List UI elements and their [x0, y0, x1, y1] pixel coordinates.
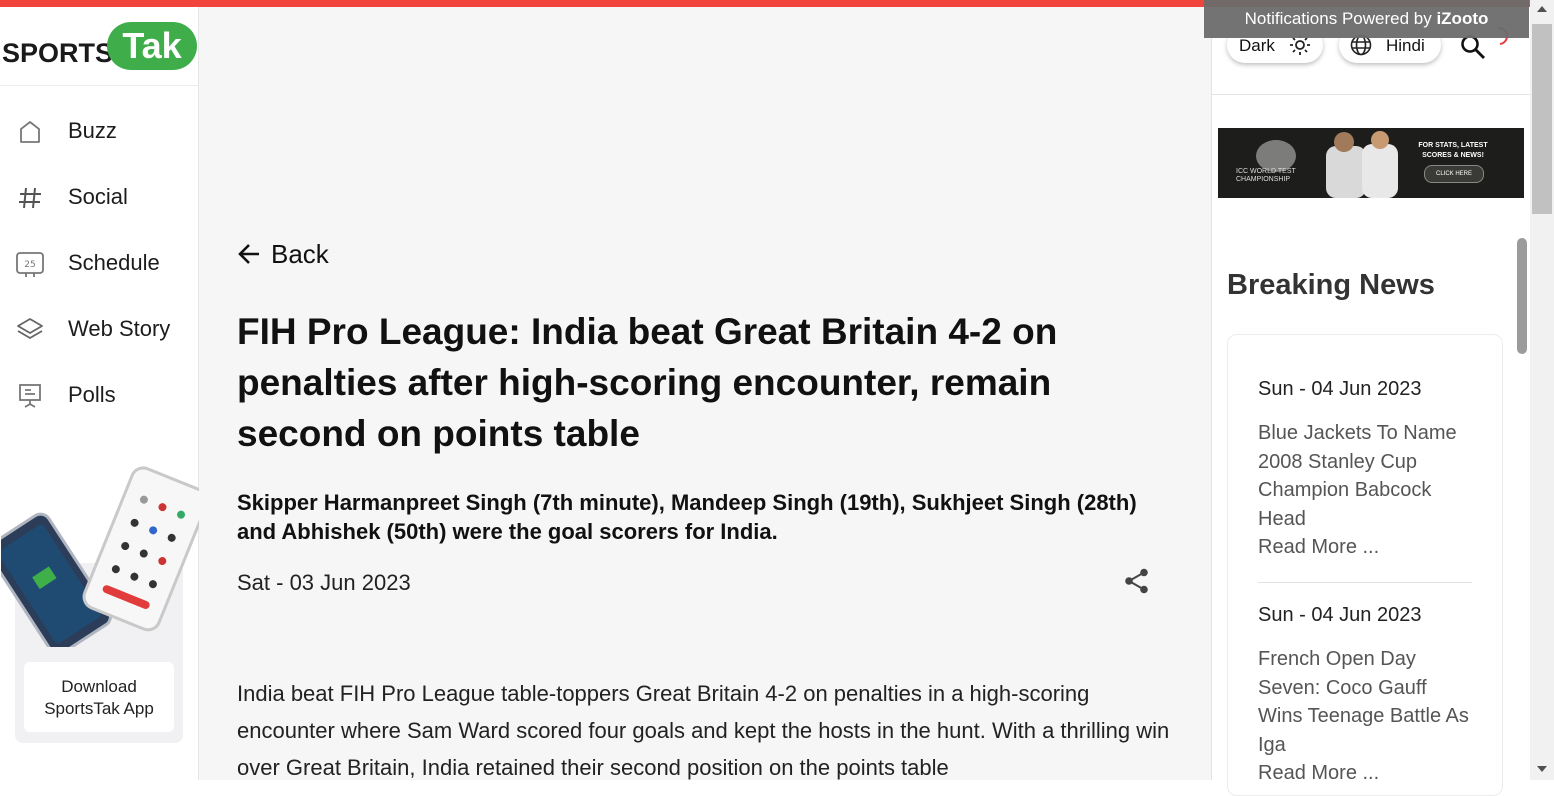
list-item[interactable]: Sun - 04 Jun 2023 Blue Jackets To Name 2…	[1258, 378, 1472, 561]
scroll-down-arrow-icon[interactable]	[1537, 766, 1547, 772]
page-scrollbar[interactable]	[1530, 0, 1554, 780]
arrow-left-icon	[238, 244, 259, 264]
sidebar-item-label: Polls	[68, 382, 116, 407]
logo-text-sports: SPORTS	[2, 38, 114, 68]
sidebar-item-label: Schedule	[68, 250, 160, 275]
banner-click-here-button[interactable]: CLICK HERE	[1424, 165, 1484, 183]
article-headline: FIH Pro League: India beat Great Britain…	[237, 311, 1058, 454]
sidebar-item-web-story[interactable]: Web Story	[0, 304, 198, 354]
scrollbar-thumb[interactable]	[1532, 24, 1552, 214]
calendar-icon: 25	[16, 250, 44, 278]
news-divider	[1258, 582, 1472, 583]
svg-text:25: 25	[24, 260, 35, 270]
sidebar-item-label: Social	[68, 184, 128, 209]
download-app-button[interactable]: Download SportsTak App	[24, 662, 174, 732]
phones-illustration	[1, 466, 201, 647]
notification-banner: Notifications Powered by iZooto	[1204, 0, 1529, 38]
news-headline-link[interactable]: French Open Day Seven: Coco Gauff Wins T…	[1258, 645, 1472, 759]
article-summary: Skipper Harmanpreet Singh (7th minute), …	[237, 490, 1137, 544]
sidebar-item-social[interactable]: Social	[0, 172, 198, 222]
logo-text-tak: Tak	[107, 22, 197, 70]
poll-board-icon	[16, 382, 44, 410]
sidebar-item-label: Web Story	[68, 316, 171, 341]
wtc-ad-banner[interactable]: ICC WORLD TEST CHAMPIONSHIP FOR STATS, L…	[1218, 128, 1524, 198]
scroll-up-arrow-icon[interactable]	[1537, 6, 1547, 12]
article-main: Back FIH Pro League: India beat Great Br…	[199, 7, 1211, 780]
read-more-link[interactable]: Read More ...	[1258, 759, 1472, 787]
banner-art	[1256, 131, 1398, 198]
article-body: India beat FIH Pro League table-toppers …	[237, 681, 1170, 780]
list-item[interactable]: Sun - 04 Jun 2023 French Open Day Seven:…	[1258, 604, 1472, 787]
hashtag-icon	[16, 184, 44, 212]
hindi-label: Hindi	[1386, 36, 1425, 55]
article-date: Sat - 03 Jun 2023	[237, 570, 411, 595]
banner-stats-text: FOR STATS, LATEST SCORES & NEWS!	[1418, 142, 1488, 159]
sportstak-logo[interactable]: SPORTS Tak	[0, 15, 198, 86]
news-date: Sun - 04 Jun 2023	[1258, 378, 1422, 400]
back-button[interactable]: Back	[237, 239, 329, 270]
banner-wtc-text: ICC WORLD TEST CHAMPIONSHIP	[1236, 168, 1296, 183]
left-sidebar: SPORTS Tak Buzz Social 25 Schedule Web S…	[0, 7, 201, 780]
dark-label: Dark	[1239, 36, 1275, 55]
app-name-label: SportsTak App	[44, 699, 154, 718]
right-column: Dark Hindi ICC WORLD TEST CHAMPIONSHIP F…	[1211, 7, 1531, 796]
back-label: Back	[271, 239, 329, 269]
right-column-scrollbar[interactable]	[1517, 238, 1527, 354]
share-icon[interactable]	[1123, 567, 1151, 595]
news-date: Sun - 04 Jun 2023	[1258, 604, 1422, 626]
home-icon	[16, 118, 44, 146]
notification-text: Notifications Powered by	[1244, 9, 1432, 28]
breaking-news-list: Sun - 04 Jun 2023 Blue Jackets To Name 2…	[1227, 334, 1503, 796]
sidebar-item-label: Buzz	[68, 118, 117, 143]
download-label: Download	[61, 677, 137, 696]
notification-brand: iZooto	[1436, 9, 1489, 28]
sidebar-item-polls[interactable]: Polls	[0, 370, 198, 420]
layers-icon	[16, 316, 44, 344]
sidebar-item-buzz[interactable]: Buzz	[0, 106, 198, 156]
read-more-link[interactable]: Read More ...	[1258, 533, 1472, 561]
breaking-news-title: Breaking News	[1227, 269, 1435, 301]
news-headline-link[interactable]: Blue Jackets To Name 2008 Stanley Cup Ch…	[1258, 419, 1472, 533]
download-app-card: Download SportsTak App	[1, 466, 201, 743]
sidebar-item-schedule[interactable]: 25 Schedule	[0, 238, 198, 288]
